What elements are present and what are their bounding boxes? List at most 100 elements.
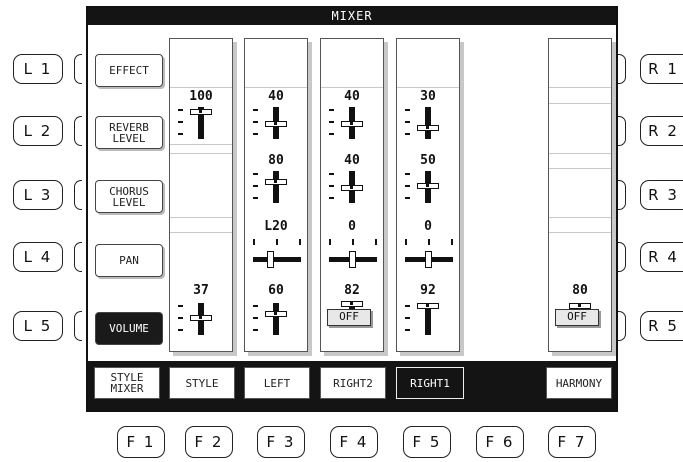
channel-strip-right2: 30 50 0 92 — [396, 38, 460, 352]
bracket — [618, 311, 626, 341]
volume-fader[interactable] — [170, 299, 232, 339]
chorus-value: 50 — [420, 153, 436, 168]
hw-button-r5[interactable]: R 5 — [640, 311, 683, 341]
pan-value: 0 — [348, 219, 356, 234]
hw-button-label: L 4 — [23, 248, 53, 266]
hw-button-f3[interactable]: F 3 — [257, 426, 305, 458]
hw-button-label: R 3 — [648, 186, 679, 204]
reverb-level-button[interactable]: REVERB LEVEL — [95, 116, 163, 149]
chorus-fader[interactable] — [397, 167, 459, 207]
hw-button-r4[interactable]: R 4 — [640, 242, 683, 272]
reverb-fader[interactable] — [245, 103, 307, 143]
hw-button-r1[interactable]: R 1 — [640, 54, 683, 84]
hw-button-f4[interactable]: F 4 — [330, 426, 378, 458]
hw-button-label: F 7 — [557, 433, 587, 451]
bracket — [74, 54, 82, 84]
chorus-value: 80 — [268, 153, 284, 168]
effect-button[interactable]: EFFECT — [95, 54, 163, 87]
hw-button-label: L 3 — [23, 186, 53, 204]
mixer-display: MIXER EFFECT REVERB LEVEL CHORUS LEVEL P… — [86, 6, 618, 412]
effect-cell — [397, 39, 459, 88]
pan-slider[interactable] — [245, 233, 307, 273]
spacer — [170, 144, 232, 154]
chorus-fader[interactable] — [321, 167, 383, 207]
pan-value: 0 — [424, 219, 432, 234]
hw-button-label: L 5 — [23, 317, 53, 335]
volume-value: 60 — [268, 283, 284, 298]
hw-button-f5[interactable]: F 5 — [403, 426, 451, 458]
channel-strip-style-mixer: 100 37 — [169, 38, 233, 352]
pan-slider[interactable] — [321, 233, 383, 273]
bracket — [74, 116, 82, 146]
reverb-value: 40 — [344, 89, 360, 104]
pan-value: L20 — [264, 219, 288, 234]
reverb-value: 100 — [189, 89, 213, 104]
hw-button-label: F 6 — [485, 433, 515, 451]
hw-button-f2[interactable]: F 2 — [185, 426, 233, 458]
bracket — [618, 242, 626, 272]
spacer — [549, 217, 611, 233]
volume-value: 80 — [572, 283, 588, 298]
hw-button-label: R 4 — [648, 248, 679, 266]
hw-button-f7[interactable]: F 7 — [548, 426, 596, 458]
hw-button-label: F 2 — [194, 433, 224, 451]
style-tab[interactable]: STYLE — [169, 367, 235, 399]
hw-button-label: F 3 — [266, 433, 296, 451]
hw-button-label: R 2 — [648, 122, 679, 140]
effect-cell — [549, 39, 611, 88]
chorus-value: 40 — [344, 153, 360, 168]
hw-button-label: R 5 — [648, 317, 679, 335]
right1-tab[interactable]: RIGHT1 — [396, 367, 464, 399]
hw-button-l1[interactable]: L 1 — [13, 54, 63, 84]
left-tab[interactable]: LEFT — [244, 367, 310, 399]
hw-button-label: L 2 — [23, 122, 53, 140]
reverb-fader[interactable] — [321, 103, 383, 143]
hw-button-l2[interactable]: L 2 — [13, 116, 63, 146]
bracket — [618, 180, 626, 210]
bracket — [74, 311, 82, 341]
volume-value: 82 — [344, 283, 360, 298]
hw-button-l4[interactable]: L 4 — [13, 242, 63, 272]
spacer — [549, 153, 611, 169]
hw-button-f1[interactable]: F 1 — [117, 426, 165, 458]
hw-button-r2[interactable]: R 2 — [640, 116, 683, 146]
right2-tab[interactable]: RIGHT2 — [320, 367, 386, 399]
hw-button-label: L 1 — [23, 60, 53, 78]
volume-button[interactable]: VOLUME — [95, 312, 163, 345]
screen-title: MIXER — [88, 8, 616, 25]
harmony-tab[interactable]: HARMONY — [546, 367, 612, 399]
chorus-level-button[interactable]: CHORUS LEVEL — [95, 180, 163, 213]
bracket — [74, 242, 82, 272]
reverb-fader[interactable] — [397, 103, 459, 143]
chorus-fader[interactable] — [245, 167, 307, 207]
hw-button-r3[interactable]: R 3 — [640, 180, 683, 210]
style-mixer-tab[interactable]: STYLE MIXER — [94, 367, 160, 399]
mute-off-button[interactable]: OFF — [555, 309, 599, 326]
pan-slider[interactable] — [397, 233, 459, 273]
hw-button-label: F 4 — [339, 433, 369, 451]
channel-strip-style: 40 80 L20 60 — [244, 38, 308, 352]
volume-fader[interactable] — [397, 299, 459, 339]
hw-button-f6[interactable]: F 6 — [476, 426, 524, 458]
effect-cell — [321, 39, 383, 88]
hw-button-label: F 5 — [412, 433, 442, 451]
volume-fader[interactable] — [245, 299, 307, 339]
pan-button[interactable]: PAN — [95, 244, 163, 277]
reverb-value: 40 — [268, 89, 284, 104]
hw-button-l5[interactable]: L 5 — [13, 311, 63, 341]
spacer — [549, 88, 611, 104]
hw-button-label: R 1 — [648, 60, 679, 78]
reverb-fader[interactable] — [170, 103, 232, 143]
effect-cell — [170, 39, 232, 88]
bracket — [618, 116, 626, 146]
bracket — [618, 54, 626, 84]
spacer — [170, 217, 232, 233]
bracket — [74, 180, 82, 210]
channel-strip-harmony: 80 OFF — [548, 38, 612, 352]
effect-cell — [245, 39, 307, 88]
mute-off-button[interactable]: OFF — [327, 309, 371, 326]
hw-button-l3[interactable]: L 3 — [13, 180, 63, 210]
reverb-value: 30 — [420, 89, 436, 104]
channel-strip-left: 40 40 0 82 OFF — [320, 38, 384, 352]
volume-value: 37 — [193, 283, 209, 298]
